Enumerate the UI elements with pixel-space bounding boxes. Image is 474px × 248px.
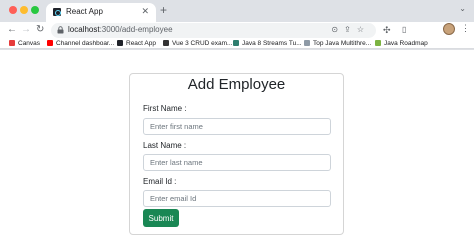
bookmarks-bar: Canvas Channel dashboar... React App Vue 3 … [0,39,474,49]
roadmap-icon [375,39,381,46]
bookmark-star-icon[interactable]: ☆ [357,25,370,34]
bookmark-label: Vue 3 CRUD exam... [172,40,233,47]
tab-react-app[interactable]: React App ✕ [46,3,156,22]
bookmark-label: Java 8 Streams Tu... [242,40,302,47]
bookmark-item[interactable]: Top Java Multithre... [304,39,371,48]
extensions-puzzle-icon[interactable]: ✣ [383,25,391,36]
minimize-window-button[interactable] [20,6,28,14]
browser-menu-icon[interactable]: ⋮ [461,23,470,34]
email-label: Email Id : [143,177,177,186]
bookmark-item[interactable]: Channel dashboar... [47,39,114,48]
bookmark-item[interactable]: Java 8 Streams Tu... [233,39,302,48]
add-employee-card: Add Employee First Name : Last Name : Em… [129,73,344,235]
url-host: localhost [68,25,100,34]
canvas-icon [9,39,15,46]
bookmark-label: Top Java Multithre... [313,40,372,47]
close-window-button[interactable] [9,6,17,14]
last-name-label: Last Name : [143,141,187,150]
bookmark-label: React App [126,40,156,47]
bookmark-item[interactable]: Vue 3 CRUD exam... [163,39,232,48]
reload-icon[interactable]: ↻ [36,24,44,36]
react-favicon-icon [53,8,61,16]
maximize-window-button[interactable] [31,6,39,14]
tab-search-chevron-icon[interactable]: ⌄ [459,4,466,13]
react-icon [117,39,123,46]
bookmark-label: Canvas [18,40,41,47]
bookmark-label: Channel dashboar... [56,40,115,47]
profile-avatar[interactable] [443,23,455,35]
submit-button[interactable]: Submit [143,209,179,227]
share-icon[interactable]: ⇪ [344,25,357,34]
browser-tab-strip: React App ✕ + ⌄ [0,0,474,22]
youtube-icon [47,39,53,46]
bookmark-item[interactable]: Java Roadmap [375,39,428,48]
first-name-input[interactable] [143,118,331,135]
browser-toolbar: ← → ↻ localhost:3000/add-employee ⊙⇪☆ ✣ … [0,22,474,39]
bookmark-item[interactable]: React App [117,39,156,48]
tab-title: React App [66,7,103,16]
side-panel-icon[interactable]: ▯ [402,25,406,34]
last-name-input[interactable] [143,154,331,171]
bookmark-item[interactable]: Canvas [9,39,40,48]
url-text: localhost:3000/add-employee [68,25,173,34]
forward-arrow-icon[interactable]: → [21,24,31,36]
back-arrow-icon[interactable]: ← [7,24,17,36]
new-tab-plus-icon[interactable]: + [160,4,167,16]
lock-icon [57,26,64,34]
url-path: :3000/add-employee [99,25,173,34]
google-lens-icon[interactable]: ⊙ [331,25,344,34]
page-content: Add Employee First Name : Last Name : Em… [0,50,474,248]
email-input[interactable] [143,190,331,207]
bezkoder-icon [163,39,169,46]
tab-close-icon[interactable]: ✕ [141,6,149,17]
bookmark-label: Java Roadmap [384,40,428,47]
page-title: Add Employee [187,76,286,93]
first-name-label: First Name : [143,104,187,113]
page-icon [233,39,239,46]
globe-icon [304,39,310,46]
address-bar[interactable]: localhost:3000/add-employee ⊙⇪☆ [51,23,376,38]
